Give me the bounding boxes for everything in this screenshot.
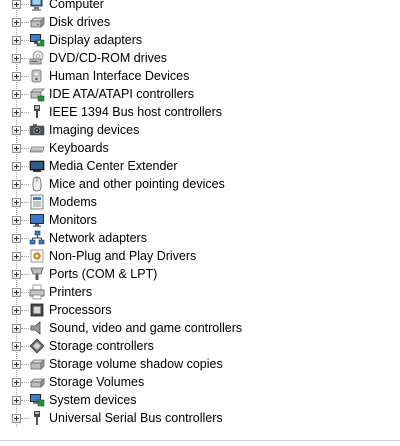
tree-item-label: Keyboards [49, 141, 109, 155]
tree-item-label: Ports (COM & LPT) [49, 267, 158, 281]
tree-item-disk-drives[interactable]: Disk drives [0, 13, 400, 31]
tree-item-label: Storage Volumes [49, 375, 145, 389]
expand-icon[interactable] [12, 180, 21, 189]
expand-icon[interactable] [12, 108, 21, 117]
tree-item-label: Human Interface Devices [49, 69, 190, 83]
tree-item-label: Display adapters [49, 33, 143, 47]
tree-item-label: Monitors [49, 213, 97, 227]
mouse-icon [32, 176, 42, 192]
ieee1394-icon [34, 105, 40, 118]
network-icon [29, 230, 45, 245]
usb-icon [34, 411, 40, 425]
tree-item-keyboards[interactable]: Keyboards [0, 139, 400, 157]
driver-icon [30, 249, 44, 263]
tree-item-label: Storage volume shadow copies [49, 357, 223, 371]
tree-item-label: DVD/CD-ROM drives [49, 51, 168, 65]
tree-item-label: Printers [49, 285, 93, 299]
expand-icon[interactable] [12, 288, 21, 297]
tree-item-label: Network adapters [49, 231, 147, 245]
expand-icon[interactable] [12, 270, 21, 279]
tree-item-universal-serial-bus-controllers[interactable]: Universal Serial Bus controllers [0, 409, 400, 427]
expand-icon[interactable] [12, 252, 21, 261]
tree-item-storage-volume-shadow-copies[interactable]: Storage volume shadow copies [0, 355, 400, 373]
bottom-divider [0, 440, 400, 441]
expand-icon[interactable] [12, 378, 21, 387]
expand-icon[interactable] [12, 18, 21, 27]
tree-item-label: Universal Serial Bus controllers [49, 411, 223, 425]
computer-icon [30, 0, 43, 11]
expand-icon[interactable] [12, 324, 21, 333]
tree-item-processors[interactable]: Processors [0, 301, 400, 319]
tree-item-ieee-1394-bus-host-controllers[interactable]: IEEE 1394 Bus host controllers [0, 103, 400, 121]
tree-item-dvd-cd-rom-drives[interactable]: DVD/CD-ROM drives [0, 49, 400, 67]
expand-icon[interactable] [12, 162, 21, 171]
processor-icon [30, 303, 44, 317]
media-center-icon [29, 160, 45, 172]
tree-item-mice-and-other-pointing-devices[interactable]: Mice and other pointing devices [0, 175, 400, 193]
expand-icon[interactable] [12, 414, 21, 423]
tree-item-ide-ata-atapi-controllers[interactable]: IDE ATA/ATAPI controllers [0, 85, 400, 103]
expand-icon[interactable] [12, 126, 21, 135]
printer-icon [29, 284, 45, 300]
expand-icon[interactable] [12, 36, 21, 45]
expand-icon[interactable] [12, 216, 21, 225]
tree-item-label: Imaging devices [49, 123, 140, 137]
tree-item-label: Non-Plug and Play Drivers [49, 249, 197, 263]
tree-item-storage-controllers[interactable]: Storage controllers [0, 337, 400, 355]
hid-icon [31, 69, 42, 83]
tree-item-label: Computer [49, 0, 104, 11]
tree-item-ports-com-lpt[interactable]: Ports (COM & LPT) [0, 265, 400, 283]
tree-item-human-interface-devices[interactable]: Human Interface Devices [0, 67, 400, 85]
port-icon [30, 267, 44, 280]
monitor-icon [30, 214, 44, 227]
shadow-copy-icon [30, 359, 45, 370]
expand-icon[interactable] [12, 0, 21, 9]
tree-item-sound-video-and-game-controllers[interactable]: Sound, video and game controllers [0, 319, 400, 337]
expand-icon[interactable] [12, 72, 21, 81]
speaker-icon [30, 321, 41, 335]
optical-drive-icon [29, 50, 44, 65]
camera-icon [29, 124, 45, 136]
ide-controller-icon [30, 88, 45, 102]
tree-item-label: Mice and other pointing devices [49, 177, 225, 191]
tree-item-monitors[interactable]: Monitors [0, 211, 400, 229]
tree-item-computer[interactable]: Computer [0, 0, 400, 13]
tree-item-display-adapters[interactable]: Display adapters [0, 31, 400, 49]
modem-icon [30, 194, 44, 210]
expand-icon[interactable] [12, 396, 21, 405]
tree-item-network-adapters[interactable]: Network adapters [0, 229, 400, 247]
tree-item-non-plug-and-play-drivers[interactable]: Non-Plug and Play Drivers [0, 247, 400, 265]
tree-item-imaging-devices[interactable]: Imaging devices [0, 121, 400, 139]
disk-drive-icon [30, 17, 45, 28]
storage-controller-icon [29, 338, 45, 354]
tree-item-modems[interactable]: Modems [0, 193, 400, 211]
storage-volume-icon [30, 378, 45, 388]
tree-item-label: Disk drives [49, 15, 111, 29]
keyboard-icon [29, 146, 45, 153]
tree-item-label: IDE ATA/ATAPI controllers [49, 87, 194, 101]
system-device-icon [30, 394, 45, 407]
expand-icon[interactable] [12, 306, 21, 315]
expand-icon[interactable] [12, 90, 21, 99]
tree-item-printers[interactable]: Printers [0, 283, 400, 301]
tree-item-label: Storage controllers [49, 339, 154, 353]
device-tree: Computer Disk drives Display adapters DV… [0, 0, 400, 427]
tree-item-label: Sound, video and game controllers [49, 321, 243, 335]
expand-icon[interactable] [12, 198, 21, 207]
expand-icon[interactable] [12, 144, 21, 153]
tree-item-media-center-extender[interactable]: Media Center Extender [0, 157, 400, 175]
expand-icon[interactable] [12, 234, 21, 243]
expand-icon[interactable] [12, 342, 21, 351]
tree-item-storage-volumes[interactable]: Storage Volumes [0, 373, 400, 391]
tree-item-label: System devices [49, 393, 137, 407]
display-adapter-icon [30, 34, 45, 47]
tree-item-label: Media Center Extender [49, 159, 178, 173]
expand-icon[interactable] [12, 360, 21, 369]
tree-item-label: Modems [49, 195, 97, 209]
tree-item-label: IEEE 1394 Bus host controllers [49, 105, 223, 119]
tree-item-system-devices[interactable]: System devices [0, 391, 400, 409]
tree-item-label: Processors [49, 303, 112, 317]
expand-icon[interactable] [12, 54, 21, 63]
